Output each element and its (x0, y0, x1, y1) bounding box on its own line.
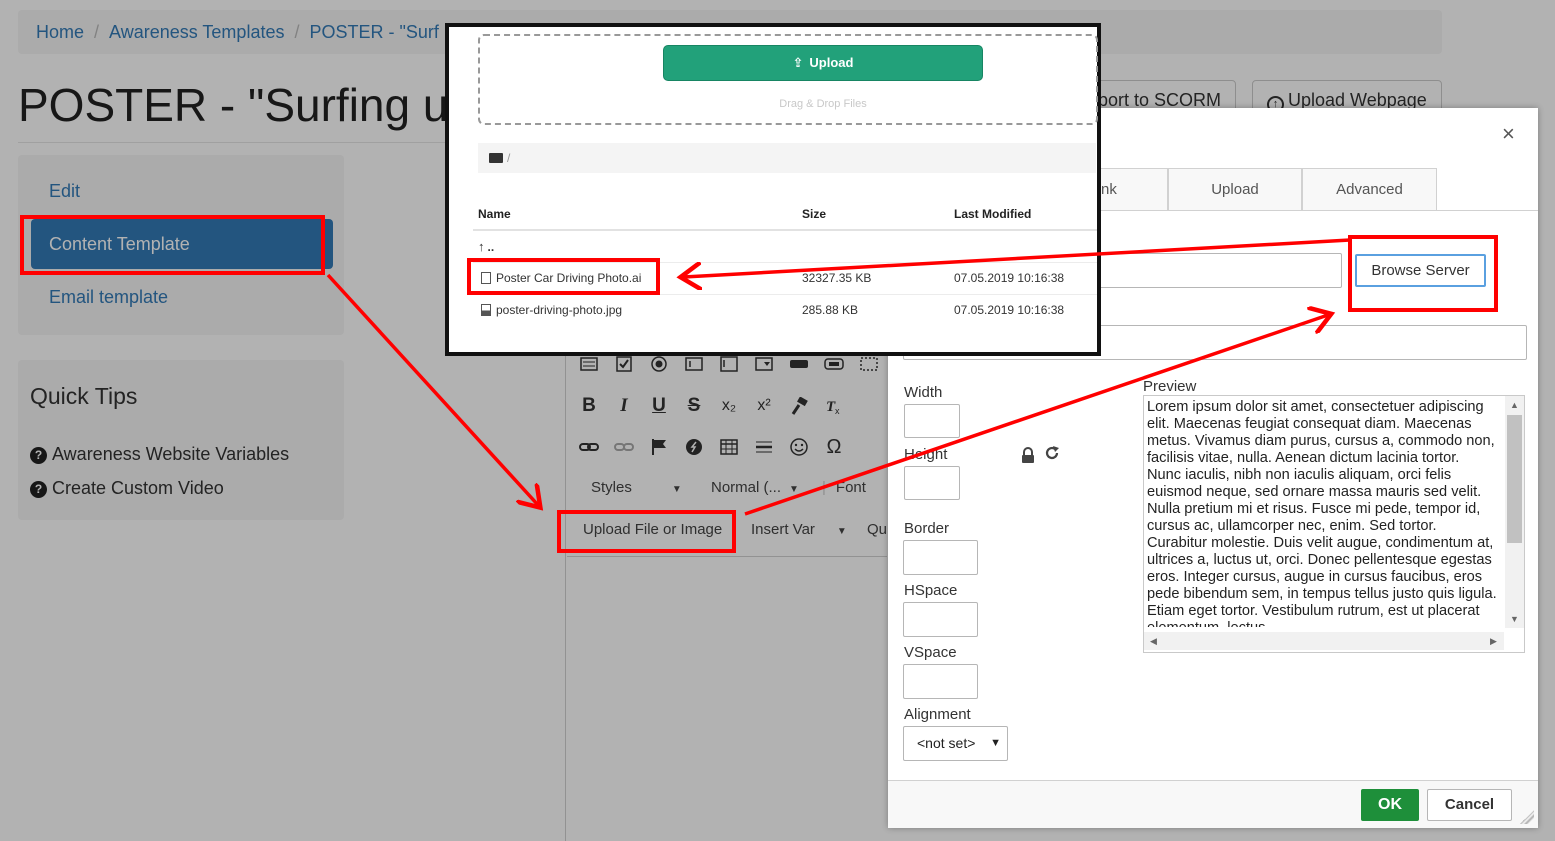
annotation-arrows (326, 238, 1351, 516)
arrow-content-to-upload (326, 273, 538, 505)
arrow-browse-to-file (684, 238, 1351, 277)
arrow-upload-to-browse (744, 315, 1328, 516)
